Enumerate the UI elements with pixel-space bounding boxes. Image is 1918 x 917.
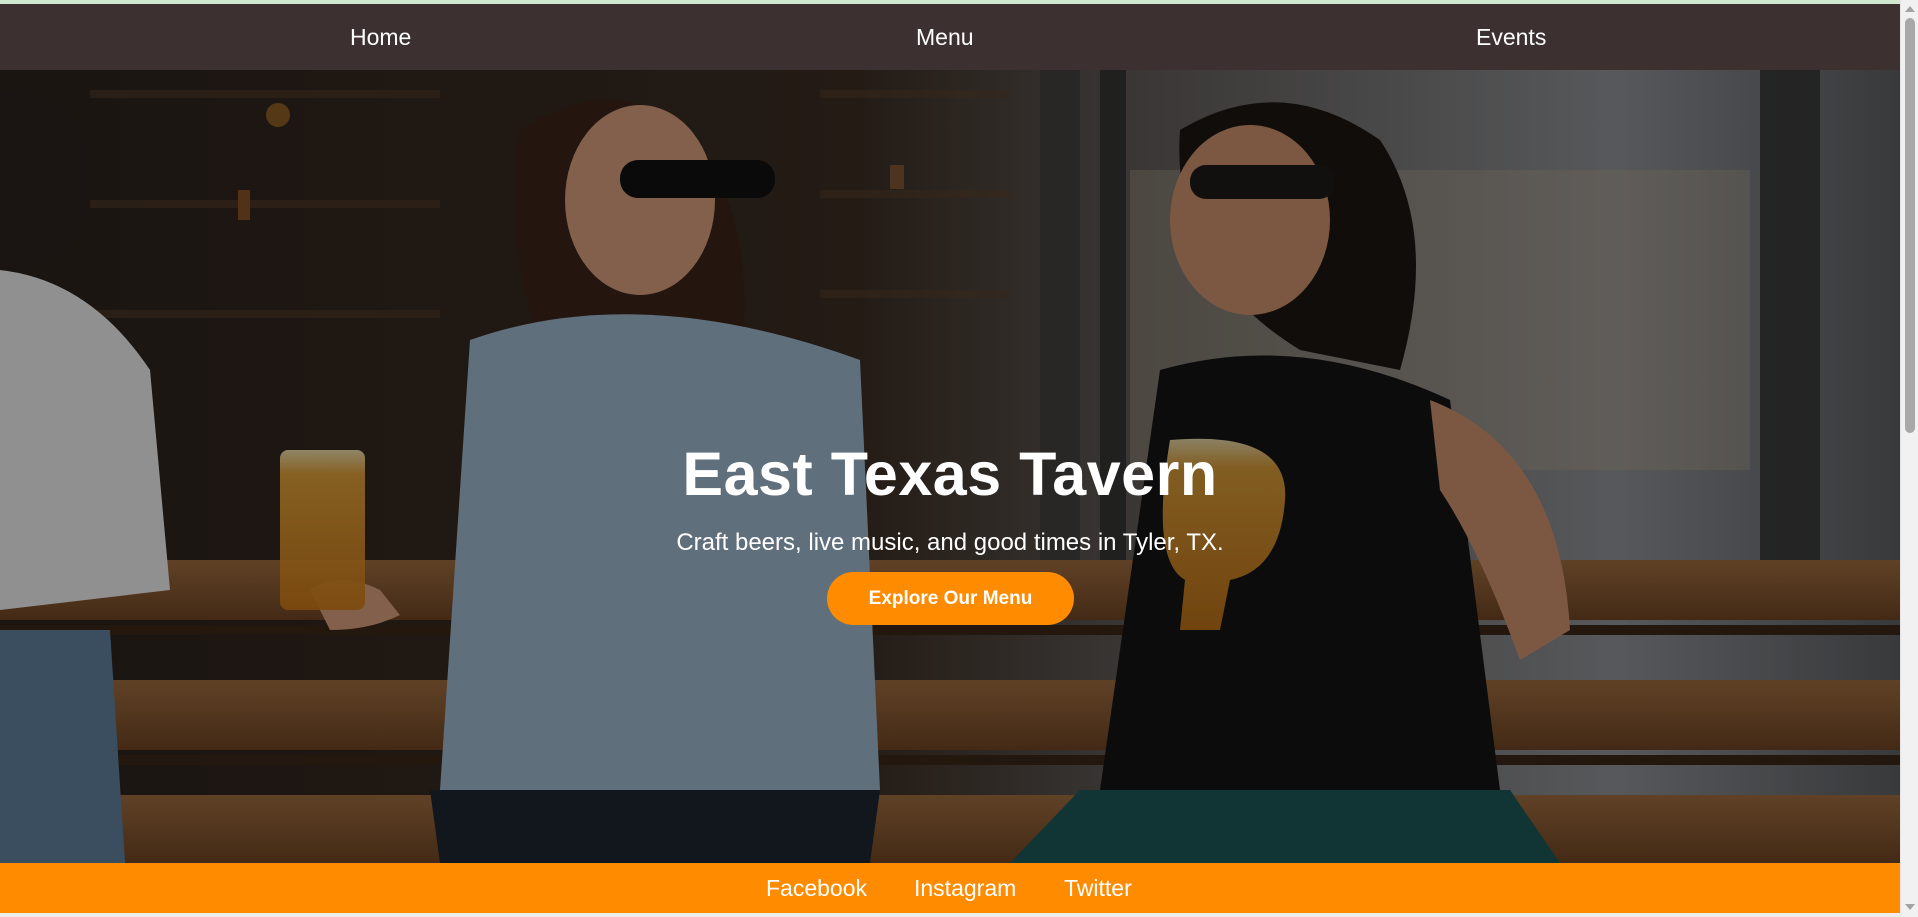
explore-menu-button[interactable]: Explore Our Menu	[827, 572, 1074, 625]
hero-section: East Texas Tavern Craft beers, live musi…	[0, 70, 1900, 863]
scroll-up-arrow-icon[interactable]	[1905, 6, 1915, 12]
footer-social-bar: Facebook Instagram Twitter	[0, 863, 1900, 913]
vertical-scrollbar[interactable]	[1900, 0, 1918, 917]
top-navbar: Home Menu Events	[0, 4, 1900, 70]
footer-link-facebook[interactable]: Facebook	[766, 863, 867, 913]
scrollbar-thumb[interactable]	[1905, 18, 1915, 433]
nav-link-menu[interactable]: Menu	[916, 4, 974, 70]
hero-tagline: Craft beers, live music, and good times …	[676, 529, 1224, 556]
nav-link-events[interactable]: Events	[1476, 4, 1546, 70]
hero-title: East Texas Tavern	[682, 440, 1218, 508]
footer-link-instagram[interactable]: Instagram	[914, 863, 1016, 913]
page: Home Menu Events East Texas Tavern Craft…	[0, 0, 1918, 917]
scroll-down-arrow-icon[interactable]	[1905, 904, 1915, 910]
footer-link-twitter[interactable]: Twitter	[1064, 863, 1132, 913]
hero-content: East Texas Tavern Craft beers, live musi…	[0, 70, 1900, 863]
bottom-strip	[0, 913, 1900, 917]
nav-link-home[interactable]: Home	[350, 4, 411, 70]
